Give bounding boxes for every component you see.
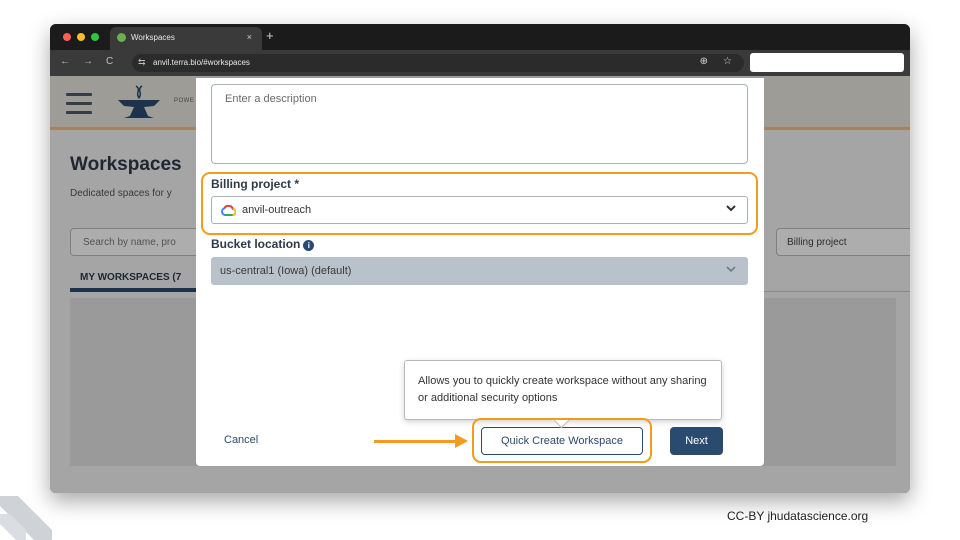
billing-project-highlight bbox=[201, 172, 758, 235]
back-icon[interactable]: ← bbox=[60, 56, 70, 67]
url-text: anvil.terra.bio/#workspaces bbox=[153, 58, 250, 67]
forward-icon[interactable]: → bbox=[83, 56, 93, 67]
description-field[interactable]: Enter a description bbox=[211, 84, 748, 164]
next-button[interactable]: Next bbox=[670, 427, 723, 455]
extension-input-box[interactable] bbox=[750, 53, 904, 72]
quick-create-highlight bbox=[472, 418, 652, 463]
slide: Workspaces × + ← → C ⇆ anvil.terra.bio/#… bbox=[0, 0, 960, 540]
zoom-icon[interactable]: ⊕ bbox=[700, 56, 708, 67]
chevron-down-icon bbox=[725, 263, 737, 278]
info-icon[interactable]: i bbox=[303, 240, 315, 251]
bucket-location-value: us-central1 (Iowa) (default) bbox=[220, 265, 352, 277]
tab-close-icon[interactable]: × bbox=[247, 32, 252, 42]
minimize-window-dot[interactable] bbox=[77, 33, 85, 41]
maximize-window-dot[interactable] bbox=[91, 33, 99, 41]
tab-bar: Workspaces × + bbox=[50, 24, 910, 50]
reload-icon[interactable]: C bbox=[106, 56, 113, 67]
bookmark-star-icon[interactable]: ☆ bbox=[723, 56, 732, 67]
new-tab-button[interactable]: + bbox=[266, 28, 274, 43]
pointer-arrow bbox=[374, 440, 456, 443]
slide-credit: CC-BY jhudatascience.org bbox=[727, 509, 869, 523]
tab-title: Workspaces bbox=[131, 33, 175, 42]
quick-create-tooltip: Allows you to quickly create workspace w… bbox=[404, 360, 722, 420]
address-bar: ← → C ⇆ anvil.terra.bio/#workspaces ⊕ ☆ bbox=[50, 50, 910, 76]
pointer-arrow-head bbox=[455, 434, 468, 448]
cancel-button[interactable]: Cancel bbox=[224, 434, 258, 446]
browser-tab[interactable]: Workspaces × bbox=[110, 27, 262, 50]
bucket-location-select: us-central1 (Iowa) (default) bbox=[211, 257, 748, 285]
site-settings-icon[interactable]: ⇆ bbox=[138, 57, 146, 68]
slide-corner-logo-icon bbox=[0, 496, 52, 540]
bucket-location-label-text: Bucket location bbox=[211, 237, 301, 251]
bucket-location-label: Bucket location i bbox=[211, 237, 315, 251]
url-field[interactable]: ⇆ anvil.terra.bio/#workspaces ⊕ ☆ bbox=[132, 54, 744, 72]
terra-favicon-icon bbox=[117, 33, 126, 42]
close-window-dot[interactable] bbox=[63, 33, 71, 41]
